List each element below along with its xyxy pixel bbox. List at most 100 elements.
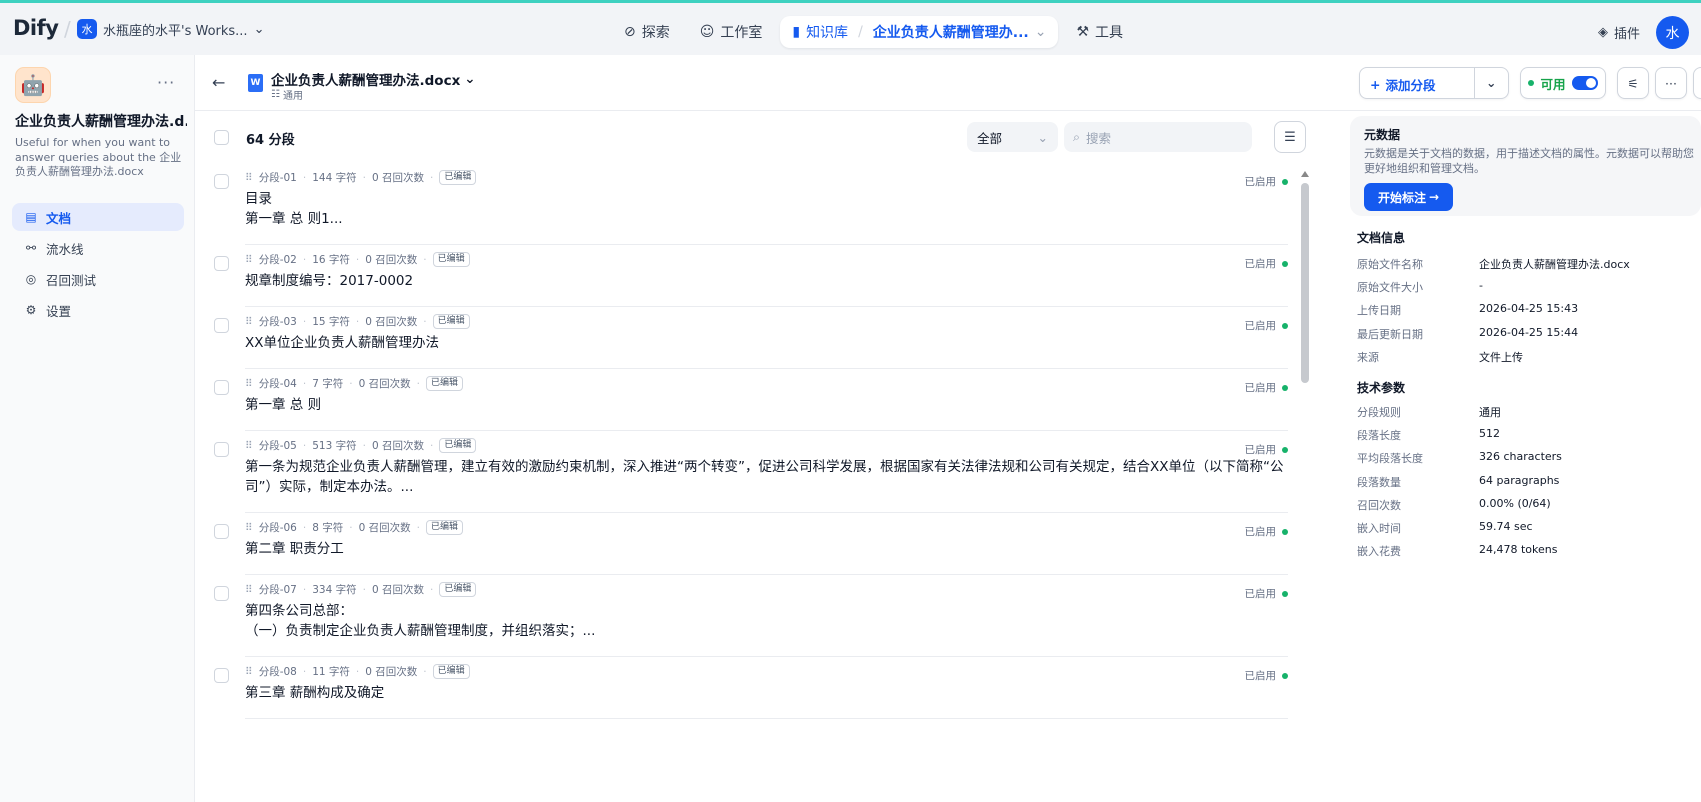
segment-status: 已启用 <box>1245 256 1288 271</box>
grid-dots-icon: ⠿ <box>245 583 253 596</box>
target-icon: ◎ <box>25 272 37 286</box>
chevron-down-icon[interactable]: ⌄ <box>1035 24 1047 40</box>
scrollbar-thumb[interactable] <box>1301 183 1309 383</box>
nav-knowledge[interactable]: ▮ 知识库 / 企业负责人薪酬管理办... ⌄ <box>780 16 1059 48</box>
doc-info-row: 原始文件名称 企业负责人薪酬管理办法.docx <box>1357 256 1687 272</box>
scroll-up-arrow-icon[interactable] <box>1301 171 1309 177</box>
nav-studio[interactable]: ☺ 工作室 <box>688 16 775 48</box>
book-icon: ▮ <box>792 24 801 40</box>
segment-meta: ⠿ 分段-03 · 15 字符 · 0 召回次数 · 已编辑 <box>245 307 1288 329</box>
kb-robot-icon: 🤖 <box>15 67 51 103</box>
tech-param-value: 通用 <box>1479 406 1501 419</box>
sidebar-item-documents[interactable]: ▤ 文档 <box>12 203 184 231</box>
segment-char-count: 15 字符 <box>312 316 350 328</box>
segment-card[interactable]: ⠿ 分段-08 · 11 字符 · 0 召回次数 · 已编辑 已启用 第三章 薪… <box>214 657 1288 719</box>
dify-logo[interactable]: Dify <box>13 16 59 40</box>
nav-explore[interactable]: ⊘ 探索 <box>612 16 682 48</box>
sidebar-item-pipeline[interactable]: ⚯ 流水线 <box>12 234 184 262</box>
chevron-down-icon: ⌄ <box>464 71 476 87</box>
sidebar-item-retrieval-test[interactable]: ◎ 召回测试 <box>12 265 184 293</box>
tech-param-value: 24,478 tokens <box>1479 543 1558 557</box>
robot-icon: ☺ <box>699 24 715 40</box>
status-dot <box>1528 80 1535 86</box>
segment-card[interactable]: ⠿ 分段-07 · 334 字符 · 0 召回次数 · 已编辑 已启用 第四条公… <box>214 575 1288 657</box>
edited-badge: 已编辑 <box>432 252 470 267</box>
segment-card[interactable]: ⠿ 分段-05 · 513 字符 · 0 召回次数 · 已编辑 已启用 第一条为… <box>214 431 1288 513</box>
more-icon[interactable]: ··· <box>157 73 175 92</box>
nav-tools[interactable]: ⚒ 工具 <box>1064 16 1135 48</box>
sidebar-menu: ▤ 文档 ⚯ 流水线 ◎ 召回测试 ⚙ 设置 <box>12 203 184 327</box>
breadcrumb-current-kb[interactable]: 企业负责人薪酬管理办... <box>873 22 1029 42</box>
add-segment-button[interactable]: + 添加分段 ⌄ <box>1359 67 1509 99</box>
edited-badge: 已编辑 <box>439 582 477 597</box>
plus-icon: + <box>1370 77 1381 92</box>
edited-badge: 已编辑 <box>432 664 470 679</box>
sidebar-item-settings[interactable]: ⚙ 设置 <box>12 296 184 324</box>
segment-card[interactable]: ⠿ 分段-06 · 8 字符 · 0 召回次数 · 已编辑 已启用 第二章 职责… <box>214 513 1288 575</box>
segment-checkbox[interactable] <box>214 524 229 539</box>
segment-status: 已启用 <box>1245 586 1288 601</box>
breadcrumb-separator: / <box>858 24 863 40</box>
doc-info-row: 原始文件大小 - <box>1357 279 1687 295</box>
toggle-panel-button[interactable]: ▥ <box>1693 67 1701 99</box>
segment-card[interactable]: ⠿ 分段-02 · 16 字符 · 0 召回次数 · 已编辑 已启用 规章制度编… <box>214 245 1288 307</box>
more-actions-button[interactable]: ··· <box>1655 67 1687 99</box>
document-title[interactable]: 企业负责人薪酬管理办法.docx ⌄ <box>271 69 476 89</box>
tech-param-row: 平均段落长度 326 characters <box>1357 450 1687 466</box>
segment-id: 分段-07 <box>258 584 297 596</box>
status-dot <box>1282 446 1288 453</box>
segment-checkbox[interactable] <box>214 668 229 683</box>
segment-search-input[interactable]: ⌕ 搜索 <box>1064 122 1252 152</box>
enable-switch[interactable] <box>1571 76 1598 90</box>
workspace-switcher[interactable]: 水 水瓶座的水平's Works... ⌄ <box>77 19 264 39</box>
segment-status: 已启用 <box>1245 442 1288 457</box>
edited-badge: 已编辑 <box>432 314 470 329</box>
segment-meta: ⠿ 分段-05 · 513 字符 · 0 召回次数 · 已编辑 <box>245 431 1288 453</box>
settings-icon: ⚙ <box>25 303 37 317</box>
segment-checkbox[interactable] <box>214 256 229 271</box>
tech-param-key: 召回次数 <box>1357 498 1401 512</box>
segment-checkbox[interactable] <box>214 380 229 395</box>
segment-list-scrollbar[interactable] <box>1301 171 1309 791</box>
segment-card[interactable]: ⠿ 分段-01 · 144 字符 · 0 召回次数 · 已编辑 已启用 目录 第… <box>214 163 1288 245</box>
start-labeling-button[interactable]: 开始标注 → <box>1364 183 1453 211</box>
segment-content: 第一章 总 则 <box>245 397 322 413</box>
doc-info-key: 原始文件大小 <box>1357 281 1423 295</box>
list-icon: ☰ <box>1284 129 1296 145</box>
tech-param-row: 嵌入花费 24,478 tokens <box>1357 543 1687 559</box>
segment-char-count: 8 字符 <box>312 522 344 534</box>
segment-hit-count: 0 召回次数 <box>365 316 418 328</box>
collapse-toggle-button[interactable]: ☰ <box>1274 121 1306 153</box>
word-file-icon: W <box>248 74 263 92</box>
status-dot <box>1282 178 1288 185</box>
top-navbar: Dify / 水 水瓶座的水平's Works... ⌄ ⊘ 探索 ☺ 工作室 … <box>0 3 1701 55</box>
tech-params-title: 技术参数 <box>1357 381 1406 395</box>
segment-meta: ⠿ 分段-04 · 7 字符 · 0 召回次数 · 已编辑 <box>245 369 1288 391</box>
hammer-icon: ⚒ <box>1076 24 1090 40</box>
doc-info-row: 来源 文件上传 <box>1357 349 1687 365</box>
segment-checkbox[interactable] <box>214 318 229 333</box>
grid-dots-icon: ⠿ <box>245 253 253 266</box>
availability-toggle[interactable]: 可用 <box>1520 67 1606 99</box>
tech-param-value: 0.00% (0/64) <box>1479 496 1551 510</box>
segment-card[interactable]: ⠿ 分段-04 · 7 字符 · 0 召回次数 · 已编辑 已启用 第一章 总 … <box>214 369 1288 431</box>
segment-settings-button[interactable]: ⚟ <box>1617 67 1649 99</box>
tech-param-key: 嵌入花费 <box>1357 545 1401 559</box>
segment-checkbox[interactable] <box>214 586 229 601</box>
grid-dots-icon: ⠿ <box>245 665 253 678</box>
segment-checkbox[interactable] <box>214 174 229 189</box>
segment-card[interactable]: ⠿ 分段-03 · 15 字符 · 0 召回次数 · 已编辑 已启用 XX单位企… <box>214 307 1288 369</box>
segment-checkbox[interactable] <box>214 442 229 457</box>
select-all-checkbox[interactable] <box>214 130 229 145</box>
back-arrow-icon[interactable]: ← <box>212 73 225 92</box>
segment-hit-count: 0 召回次数 <box>358 522 411 534</box>
status-filter-select[interactable]: 全部 ⌄ <box>967 122 1058 152</box>
kb-name: 企业负责人薪酬管理办法.d... <box>15 114 187 130</box>
nav-plugins[interactable]: ◈ 插件 <box>1598 23 1640 42</box>
segment-content: 第四条公司总部： （一）负责制定企业负责人薪酬管理制度，并组织落实；... <box>245 603 596 639</box>
segment-hit-count: 0 召回次数 <box>371 584 424 596</box>
tech-param-value: 59.74 sec <box>1479 520 1533 533</box>
segment-meta: ⠿ 分段-02 · 16 字符 · 0 召回次数 · 已编辑 <box>245 245 1288 267</box>
user-avatar[interactable]: 水 <box>1656 16 1689 49</box>
chevron-down-icon[interactable]: ⌄ <box>1486 75 1496 90</box>
